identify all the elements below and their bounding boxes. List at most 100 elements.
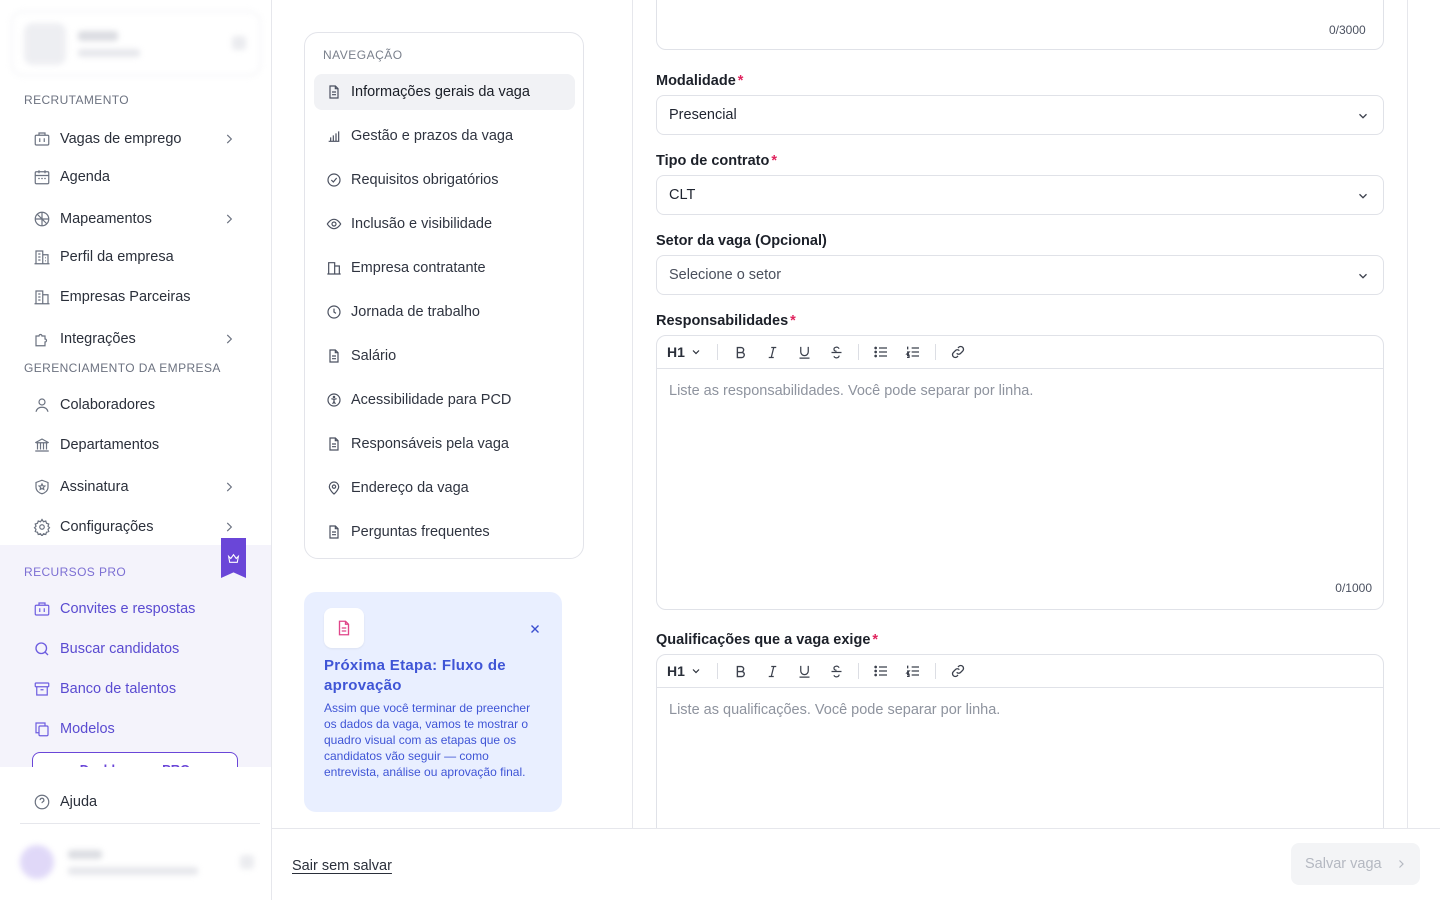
chevron-down-icon <box>1359 193 1367 199</box>
strikethrough-icon <box>831 346 841 358</box>
calendar-icon <box>34 170 50 185</box>
user-menu[interactable] <box>20 838 260 886</box>
nav-step-acessibilidade[interactable]: Acessibilidade para PCD <box>314 382 575 418</box>
nav-step-responsaveis[interactable]: Responsáveis pela vaga <box>314 426 575 462</box>
sidebar-item-departamentos[interactable]: Departamentos <box>24 428 248 462</box>
sidebar-item-configuracoes[interactable]: Configurações <box>24 510 248 544</box>
puzzle-icon <box>35 333 48 347</box>
underline-icon <box>799 346 809 359</box>
ordered-list-button[interactable] <box>897 659 929 683</box>
nav-step-empresa-contratante[interactable]: Empresa contratante <box>314 250 575 286</box>
gear-icon <box>33 518 51 536</box>
close-icon[interactable] <box>528 622 542 636</box>
chevron-down-icon <box>692 350 700 355</box>
sector-select[interactable]: Selecione o setor <box>656 255 1384 295</box>
ordered-list-icon <box>905 665 919 677</box>
heading-select[interactable]: H1 <box>667 344 711 360</box>
bullet-list-button[interactable] <box>865 340 897 364</box>
navigation-title: NAVEGAÇÃO <box>323 48 403 62</box>
sidebar-item-colaboradores[interactable]: Colaboradores <box>24 388 248 422</box>
sidebar-item-label: Integrações <box>60 331 136 347</box>
sidebar-item-ajuda[interactable]: Ajuda <box>24 785 248 819</box>
clock-icon <box>327 305 341 319</box>
sidebar-item-label: Colaboradores <box>60 397 156 413</box>
ordered-list-button[interactable] <box>897 340 929 364</box>
nav-step-requisitos[interactable]: Requisitos obrigatórios <box>314 162 575 198</box>
nav-step-gestao-prazos[interactable]: Gestão e prazos da vaga <box>314 118 575 154</box>
chevron-right-icon <box>226 334 233 344</box>
save-job-button[interactable]: Salvar vaga <box>1291 843 1420 885</box>
nav-step-salario[interactable]: Salário <box>314 338 575 374</box>
user-icon <box>35 398 49 412</box>
sidebar-item-empresas-parceiras[interactable]: Empresas Parceiras <box>24 280 248 314</box>
sidebar-item-vagas[interactable]: Vagas de emprego <box>24 122 248 156</box>
chevron-right-icon <box>1399 860 1404 868</box>
bullet-list-icon <box>874 346 887 358</box>
chevron-right-icon <box>226 522 233 532</box>
bold-button[interactable] <box>724 340 756 364</box>
sidebar-item-assinatura[interactable]: Assinatura <box>24 470 248 504</box>
italic-button[interactable] <box>756 340 788 364</box>
bold-button[interactable] <box>724 659 756 683</box>
underline-button[interactable] <box>788 659 820 683</box>
nav-step-perguntas[interactable]: Perguntas frequentes <box>314 514 575 550</box>
nav-step-jornada[interactable]: Jornada de trabalho <box>314 294 575 330</box>
chevron-right-icon <box>226 482 233 492</box>
sidebar-item-buscar-candidatos[interactable]: Buscar candidatos <box>24 632 248 666</box>
chevrons-icon <box>240 855 254 869</box>
strikethrough-button[interactable] <box>820 340 852 364</box>
sidebar-item-label: Empresas Parceiras <box>60 289 191 305</box>
sidebar-item-integracoes[interactable]: Integrações <box>24 322 248 356</box>
next-step-info-card: Próxima Etapa: Fluxo de aprovação Assim … <box>304 592 562 812</box>
responsibilities-char-counter: 0/1000 <box>1335 581 1372 595</box>
bank-icon <box>34 438 50 452</box>
nav-step-inclusao[interactable]: Inclusão e visibilidade <box>314 206 575 242</box>
bullet-list-button[interactable] <box>865 659 897 683</box>
building-icon <box>327 262 341 275</box>
eye-icon <box>326 218 342 230</box>
chevron-right-icon <box>226 214 233 224</box>
description-textarea[interactable] <box>656 0 1384 50</box>
sidebar-item-label: Perfil da empresa <box>60 249 174 265</box>
responsibilities-editor: H1 Liste as responsabilidades. Você pode… <box>656 335 1384 610</box>
ordered-list-icon <box>905 346 919 358</box>
map-pin-icon <box>328 481 340 495</box>
link-button[interactable] <box>942 659 974 683</box>
section-title-pro: RECURSOS PRO <box>24 565 127 579</box>
exit-without-saving-link[interactable]: Sair sem salvar <box>292 858 392 874</box>
contract-type-select[interactable]: CLT <box>656 175 1384 215</box>
section-title-recruitment: RECRUTAMENTO <box>24 93 130 107</box>
sidebar-item-mapeamentos[interactable]: Mapeamentos <box>24 202 248 236</box>
nav-step-endereco[interactable]: Endereço da vaga <box>314 470 575 506</box>
sidebar-item-modelos[interactable]: Modelos <box>24 712 248 746</box>
sidebar-item-perfil-empresa[interactable]: Perfil da empresa <box>24 240 248 274</box>
sidebar-item-label: Convites e respostas <box>60 601 196 617</box>
sector-label: Setor da vaga (Opcional) <box>656 233 827 249</box>
sidebar-item-label: Modelos <box>60 721 115 737</box>
document-icon <box>338 620 350 636</box>
briefcase-icon <box>34 602 50 616</box>
strikethrough-icon <box>831 665 841 677</box>
organization-logo <box>24 22 66 65</box>
buildings-icon <box>34 290 50 305</box>
nav-step-label: Empresa contratante <box>351 260 486 276</box>
sidebar-item-convites[interactable]: Convites e respostas <box>24 592 248 626</box>
modality-select[interactable]: Presencial <box>656 95 1384 135</box>
nav-step-label: Gestão e prazos da vaga <box>351 128 514 144</box>
link-button[interactable] <box>942 340 974 364</box>
heading-select[interactable]: H1 <box>667 663 711 679</box>
sidebar-item-banco-talentos[interactable]: Banco de talentos <box>24 672 248 706</box>
info-card-icon <box>324 608 364 648</box>
underline-button[interactable] <box>788 340 820 364</box>
nav-step-label: Requisitos obrigatórios <box>351 172 499 188</box>
organization-switcher[interactable] <box>11 11 261 76</box>
strikethrough-button[interactable] <box>820 659 852 683</box>
sidebar-item-label: Departamentos <box>60 437 160 453</box>
bold-icon <box>736 665 745 677</box>
responsibilities-textarea[interactable]: Liste as responsabilidades. Você pode se… <box>657 369 1383 609</box>
nav-step-label: Responsáveis pela vaga <box>351 436 509 452</box>
sidebar-item-agenda[interactable]: Agenda <box>24 160 248 194</box>
qualifications-textarea[interactable]: Liste as qualificações. Você pode separa… <box>657 688 1383 848</box>
italic-button[interactable] <box>756 659 788 683</box>
nav-step-informacoes-gerais[interactable]: Informações gerais da vaga <box>314 74 575 110</box>
